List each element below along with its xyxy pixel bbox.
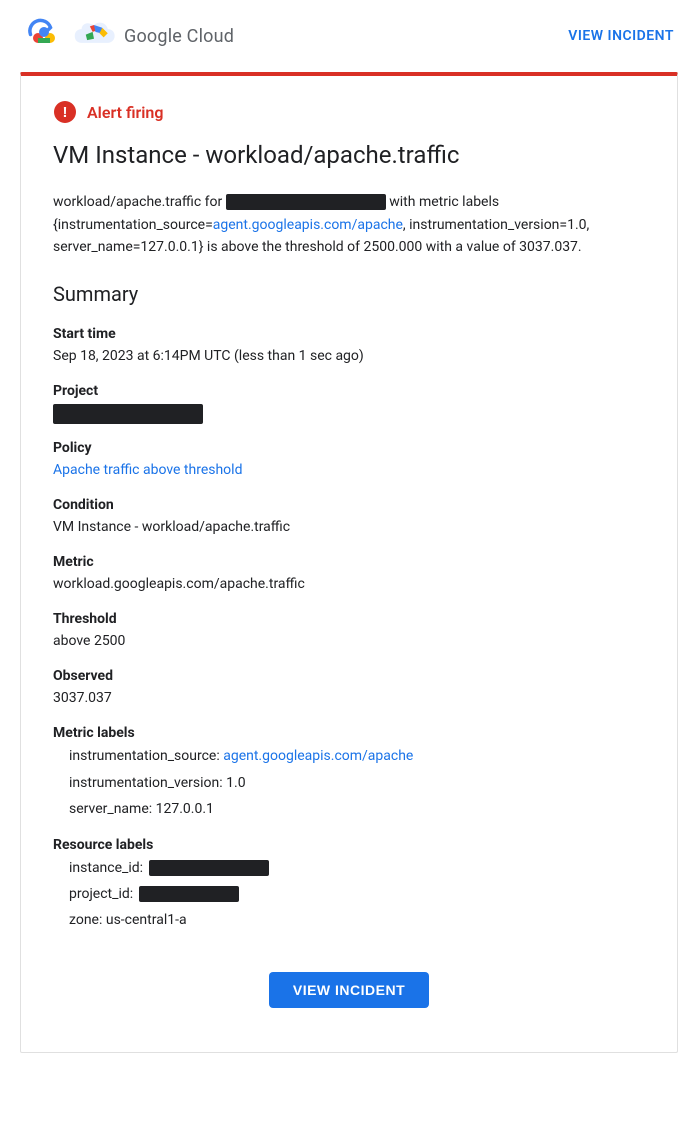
project-section: Project bbox=[53, 383, 645, 424]
alert-firing-label: Alert firing bbox=[87, 103, 163, 122]
resource-labels-items: instance_id: project_id: zone: us-centra… bbox=[53, 857, 645, 932]
threshold-section: Threshold above 2500 bbox=[53, 611, 645, 652]
view-incident-top-link[interactable]: VIEW INCIDENT bbox=[568, 28, 674, 44]
instrumentation-version-value: 1.0 bbox=[226, 775, 245, 791]
google-cloud-logo-icon bbox=[24, 16, 64, 56]
instance-id-item: instance_id: bbox=[69, 857, 645, 879]
condition-section: Condition VM Instance - workload/apache.… bbox=[53, 497, 645, 538]
incident-title: VM Instance - workload/apache.traffic bbox=[53, 140, 645, 171]
observed-value: 3037.037 bbox=[53, 688, 645, 709]
start-time-value: Sep 18, 2023 at 6:14PM UTC (less than 1 … bbox=[53, 346, 645, 367]
server-name-item: server_name: 127.0.0.1 bbox=[69, 798, 645, 820]
project-id-redacted bbox=[139, 886, 239, 902]
instrumentation-version-item: instrumentation_version: 1.0 bbox=[69, 772, 645, 794]
svg-text:!: ! bbox=[63, 104, 68, 121]
redacted-instance bbox=[226, 194, 386, 210]
instrumentation-source-item: instrumentation_source: agent.googleapis… bbox=[69, 745, 645, 767]
resource-labels-section: Resource labels instance_id: project_id:… bbox=[53, 837, 645, 932]
project-id-item: project_id: bbox=[69, 883, 645, 905]
start-time-label: Start time bbox=[53, 326, 645, 342]
instance-id-label: instance_id: bbox=[69, 860, 143, 876]
metric-labels-section: Metric labels instrumentation_source: ag… bbox=[53, 725, 645, 820]
zone-item: zone: us-central1-a bbox=[69, 909, 645, 931]
policy-link[interactable]: Apache traffic above threshold bbox=[53, 462, 242, 478]
threshold-value: above 2500 bbox=[53, 631, 645, 652]
agent-link-desc[interactable]: agent.googleapis.com/apache bbox=[213, 217, 403, 233]
project-value bbox=[53, 403, 645, 424]
view-incident-button[interactable]: VIEW INCIDENT bbox=[269, 972, 429, 1008]
alert-firing-row: ! Alert firing bbox=[53, 100, 645, 124]
policy-section: Policy Apache traffic above threshold bbox=[53, 440, 645, 481]
google-cloud-text: Google Cloud bbox=[124, 26, 234, 47]
instrumentation-version-label: instrumentation_version: bbox=[69, 775, 223, 791]
zone-label: zone: bbox=[69, 912, 102, 928]
instrumentation-source-link[interactable]: agent.googleapis.com/apache bbox=[223, 748, 413, 764]
alert-card: ! Alert firing VM Instance - workload/ap… bbox=[20, 72, 678, 1053]
condition-label: Condition bbox=[53, 497, 645, 513]
start-time-section: Start time Sep 18, 2023 at 6:14PM UTC (l… bbox=[53, 326, 645, 367]
page-header: Google Cloud VIEW INCIDENT bbox=[0, 0, 698, 72]
alert-description: workload/apache.traffic for with metric … bbox=[53, 191, 645, 258]
server-name-label: server_name: bbox=[69, 801, 152, 817]
description-prefix: workload/apache.traffic for bbox=[53, 194, 222, 210]
metric-label: Metric bbox=[53, 554, 645, 570]
observed-section: Observed 3037.037 bbox=[53, 668, 645, 709]
resource-labels-heading: Resource labels bbox=[53, 837, 645, 853]
policy-value: Apache traffic above threshold bbox=[53, 460, 645, 481]
condition-value: VM Instance - workload/apache.traffic bbox=[53, 517, 645, 538]
policy-label: Policy bbox=[53, 440, 645, 456]
metric-value: workload.googleapis.com/apache.traffic bbox=[53, 574, 645, 595]
instance-id-redacted bbox=[149, 860, 269, 876]
threshold-label: Threshold bbox=[53, 611, 645, 627]
summary-heading: Summary bbox=[53, 282, 645, 306]
button-row: VIEW INCIDENT bbox=[53, 972, 645, 1008]
google-cloud-logo: Google Cloud bbox=[24, 16, 234, 56]
project-redacted bbox=[53, 404, 203, 424]
project-id-label: project_id: bbox=[69, 886, 133, 902]
metric-labels-items: instrumentation_source: agent.googleapis… bbox=[53, 745, 645, 820]
metric-section: Metric workload.googleapis.com/apache.tr… bbox=[53, 554, 645, 595]
project-label: Project bbox=[53, 383, 645, 399]
instrumentation-source-label: instrumentation_source: bbox=[69, 748, 220, 764]
server-name-value: 127.0.0.1 bbox=[156, 801, 214, 817]
metric-labels-heading: Metric labels bbox=[53, 725, 645, 741]
google-cloud-multicolor-icon bbox=[72, 18, 116, 54]
observed-label: Observed bbox=[53, 668, 645, 684]
zone-value: us-central1-a bbox=[106, 912, 187, 928]
alert-error-icon: ! bbox=[53, 100, 77, 124]
